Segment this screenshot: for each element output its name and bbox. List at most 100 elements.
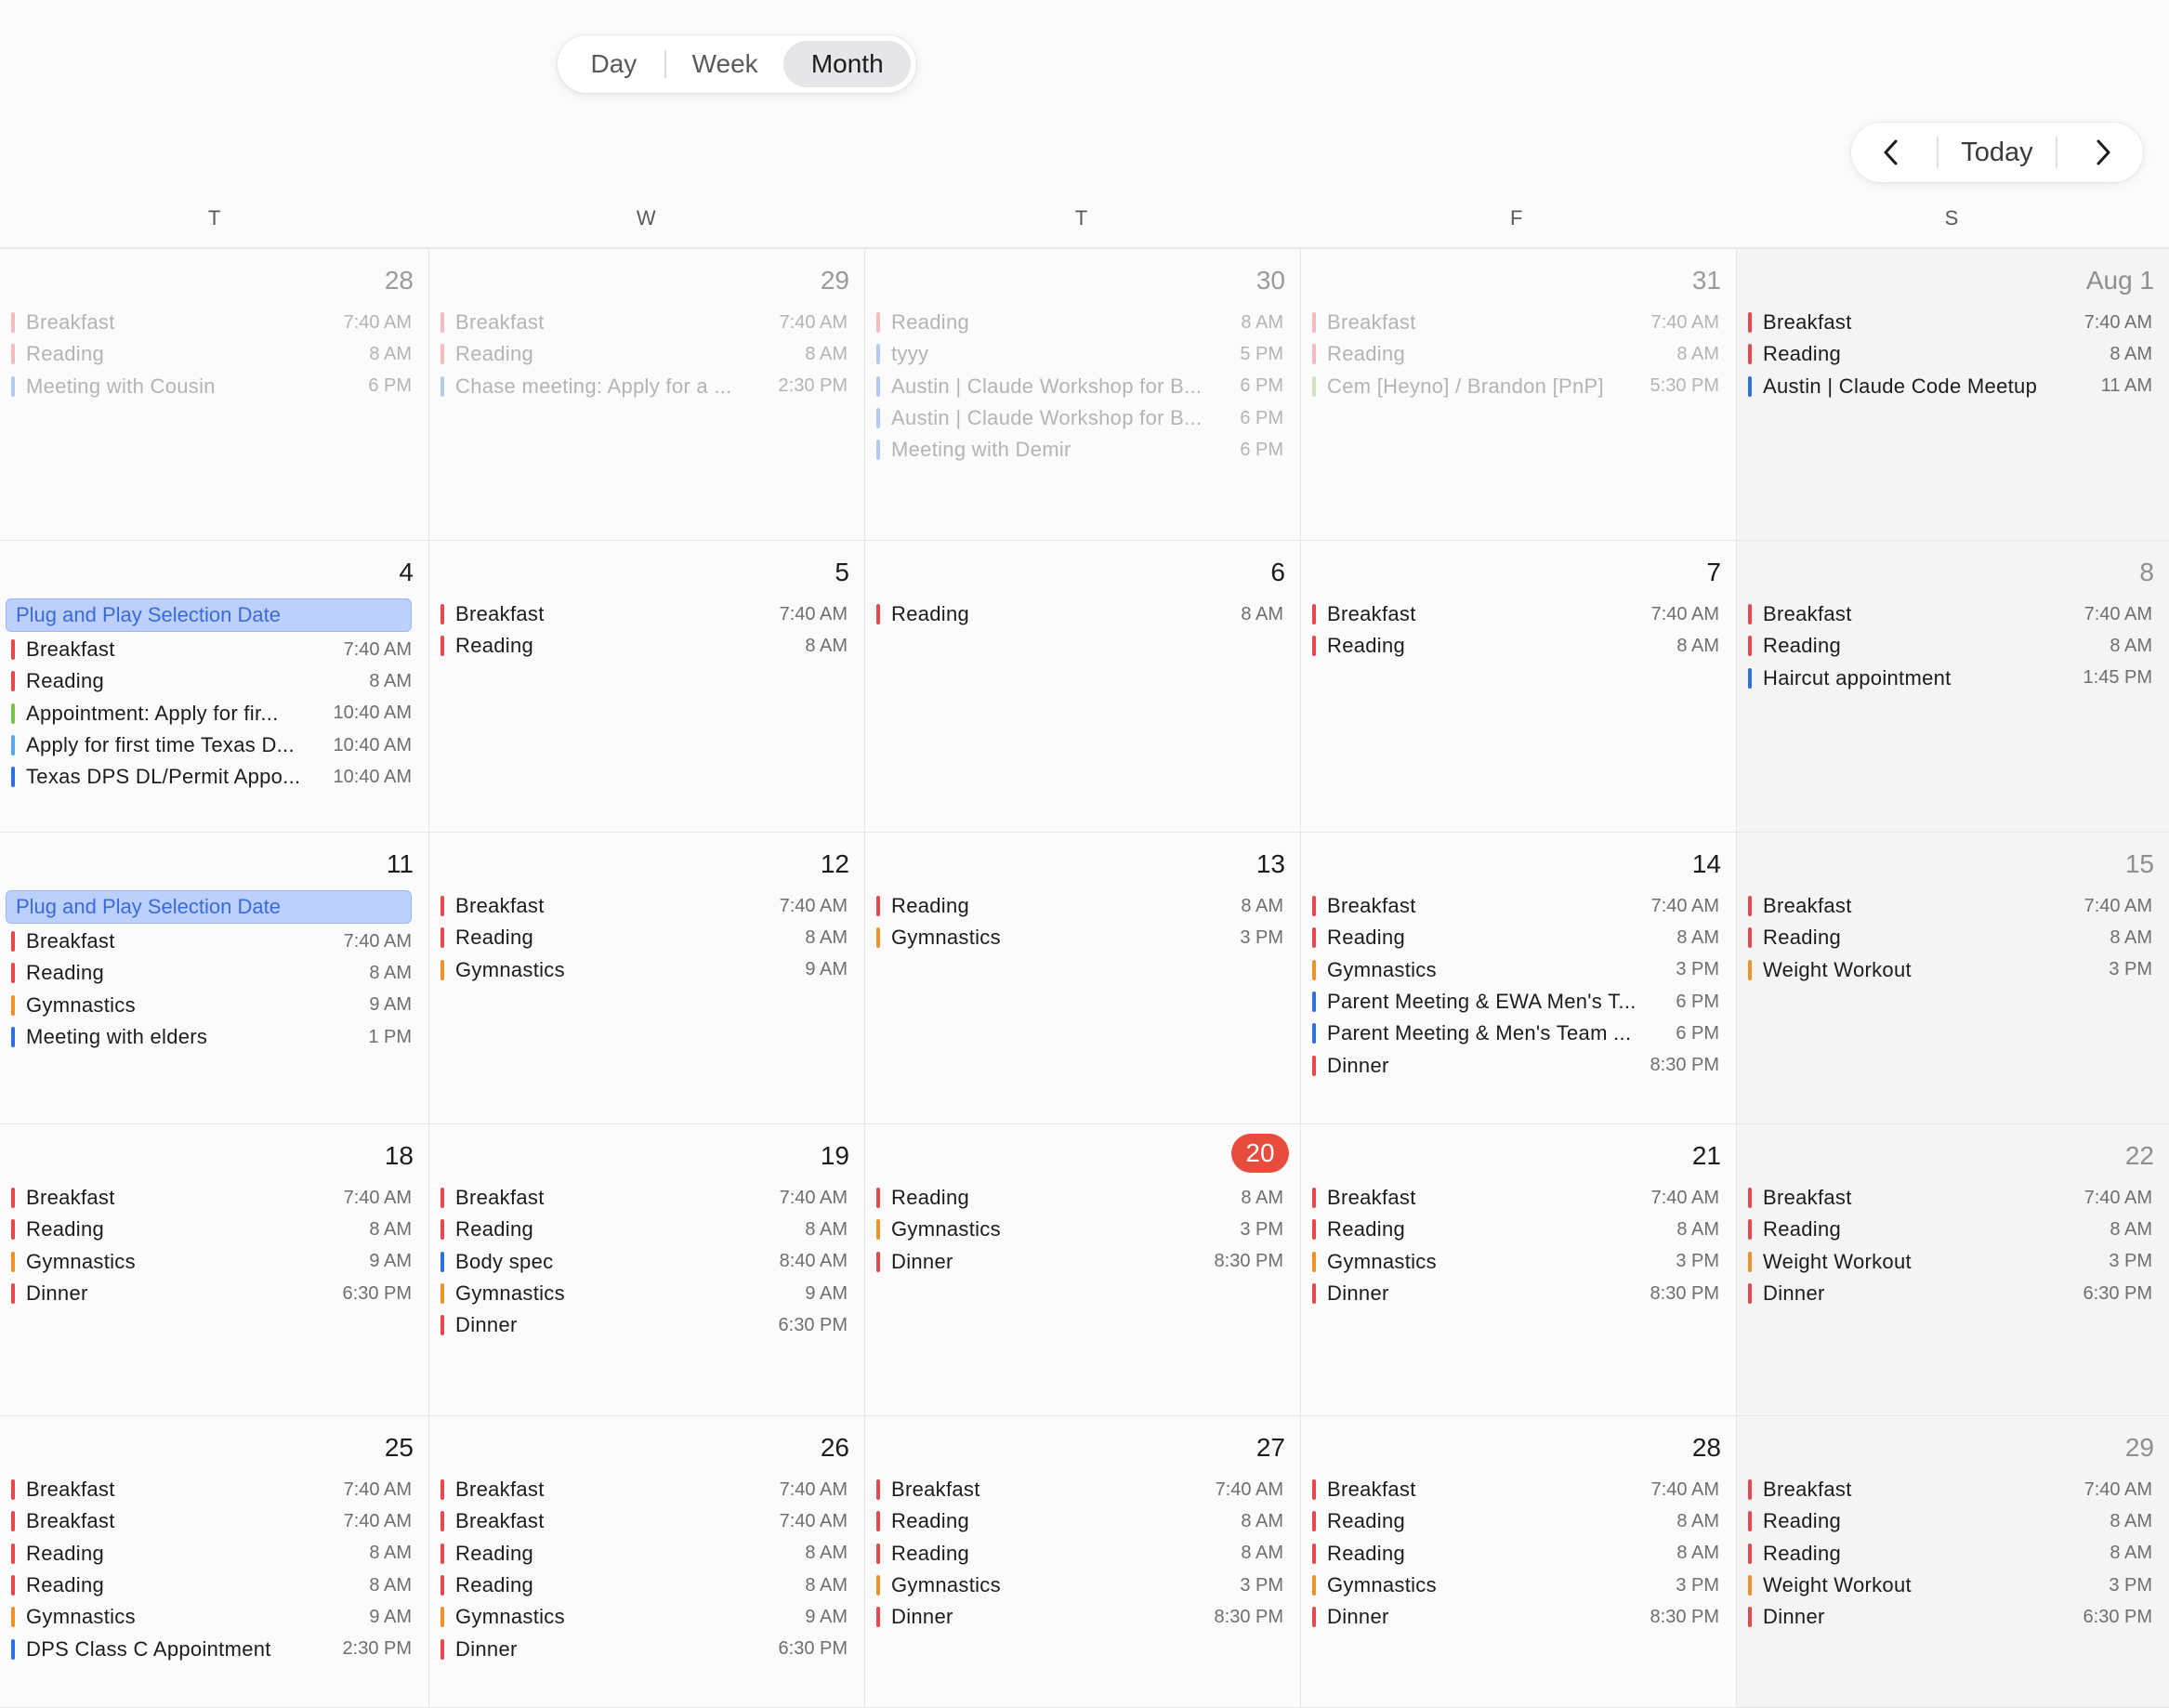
event-item[interactable]: Gymnastics 9 AM	[440, 1278, 848, 1309]
view-week-button[interactable]: Week	[666, 41, 784, 87]
day-cell[interactable]: 18 Breakfast 7:40 AM Reading 8 AM Gymnastics 9…	[0, 1124, 429, 1416]
day-cell[interactable]: 15 Breakfast 7:40 AM Reading 8 AM Weight Work…	[1737, 833, 2169, 1124]
event-item[interactable]: Reading 8 AM	[440, 1214, 848, 1245]
day-cell[interactable]: 22 Breakfast 7:40 AM Reading 8 AM Weight Work…	[1737, 1124, 2169, 1416]
day-cell[interactable]: 7 Breakfast 7:40 AM Reading 8 AM	[1301, 541, 1737, 833]
event-item[interactable]: Breakfast 7:40 AM	[11, 1505, 412, 1537]
event-item[interactable]: Reading 8 AM	[440, 922, 848, 953]
event-item[interactable]: Dinner 8:30 PM	[876, 1601, 1283, 1633]
event-item[interactable]: Reading 8 AM	[1312, 630, 1719, 662]
event-item[interactable]: Breakfast 7:40 AM	[440, 1182, 848, 1214]
event-item[interactable]: Dinner 6:30 PM	[11, 1278, 412, 1309]
event-item[interactable]: Reading 8 AM	[1312, 1505, 1719, 1537]
event-item[interactable]: Breakfast 7:40 AM	[1748, 1182, 2152, 1214]
event-item[interactable]: Breakfast 7:40 AM	[440, 1505, 848, 1537]
event-item[interactable]: Reading 8 AM	[876, 598, 1283, 630]
day-cell[interactable]: 5 Breakfast 7:40 AM Reading 8 AM	[429, 541, 865, 833]
event-item[interactable]: Breakfast 7:40 AM	[440, 890, 848, 922]
event-item[interactable]: Reading 8 AM	[440, 1570, 848, 1601]
event-item[interactable]: Breakfast 7:40 AM	[1312, 598, 1719, 630]
event-item[interactable]: Reading 8 AM	[1748, 922, 2152, 953]
day-cell[interactable]: Aug 1 Breakfast 7:40 AM Reading 8 AM Austin |…	[1737, 249, 2169, 541]
event-item[interactable]: Breakfast 7:40 AM	[440, 1474, 848, 1505]
event-item[interactable]: Breakfast 7:40 AM	[440, 307, 848, 338]
event-item[interactable]: Reading 8 AM	[1748, 1505, 2152, 1537]
event-item[interactable]: Gymnastics 9 AM	[11, 1246, 412, 1278]
event-item[interactable]: Breakfast 7:40 AM	[876, 1474, 1283, 1505]
event-item[interactable]: Reading 8 AM	[1748, 1214, 2152, 1245]
day-cell[interactable]: 21 Breakfast 7:40 AM Reading 8 AM Gymnastics 3…	[1301, 1124, 1737, 1416]
today-button[interactable]: Today	[1937, 137, 2057, 168]
view-month-button[interactable]: Month	[783, 41, 912, 87]
event-item[interactable]: Reading 8 AM	[876, 890, 1283, 922]
event-item[interactable]: Reading 8 AM	[1748, 338, 2152, 370]
event-item[interactable]: Chase meeting: Apply for a ... 2:30 PM	[440, 371, 848, 402]
event-item[interactable]: Breakfast 7:40 AM	[1312, 890, 1719, 922]
day-cell[interactable]: 20 Reading 8 AM Gymnastics 3 PM Dinner 8:30 PM	[865, 1124, 1301, 1416]
day-cell[interactable]: 29 Breakfast 7:40 AM Reading 8 AM Chase meeti…	[429, 249, 865, 541]
event-item[interactable]: Meeting with elders 1 PM	[11, 1021, 412, 1053]
event-item[interactable]: Breakfast 7:40 AM	[11, 926, 412, 957]
event-item[interactable]: Dinner 6:30 PM	[440, 1309, 848, 1341]
event-item[interactable]: Apply for first time Texas D... 10:40 AM	[11, 729, 412, 761]
event-item[interactable]: Breakfast 7:40 AM	[1312, 307, 1719, 338]
day-cell[interactable]: 30 Reading 8 AM tyyy 5 PM Austin | Claude Wor…	[865, 249, 1301, 541]
event-item[interactable]: Reading 8 AM	[1312, 922, 1719, 953]
event-item[interactable]: Dinner 6:30 PM	[1748, 1601, 2152, 1633]
event-item[interactable]: Dinner 8:30 PM	[1312, 1049, 1719, 1081]
event-item[interactable]: Cem [Heyno] / Brandon [PnP] 5:30 PM	[1312, 371, 1719, 402]
event-item[interactable]: Reading 8 AM	[1312, 1538, 1719, 1570]
event-item[interactable]: Gymnastics 9 AM	[11, 1601, 412, 1633]
day-cell[interactable]: 6 Reading 8 AM	[865, 541, 1301, 833]
event-item[interactable]: Reading 8 AM	[11, 1570, 412, 1601]
event-item[interactable]: Gymnastics 3 PM	[876, 1570, 1283, 1601]
event-item[interactable]: Breakfast 7:40 AM	[1748, 598, 2152, 630]
view-day-button[interactable]: Day	[563, 41, 664, 87]
event-item[interactable]: Gymnastics 3 PM	[876, 1214, 1283, 1245]
event-item[interactable]: Breakfast 7:40 AM	[11, 634, 412, 665]
event-item[interactable]: Austin | Claude Code Meetup 11 AM	[1748, 371, 2152, 402]
event-item[interactable]: Breakfast 7:40 AM	[1748, 890, 2152, 922]
event-item[interactable]: Breakfast 7:40 AM	[11, 1182, 412, 1214]
event-item[interactable]: Reading 8 AM	[1312, 338, 1719, 370]
event-item[interactable]: Appointment: Apply for fir... 10:40 AM	[11, 698, 412, 729]
event-item[interactable]: Gymnastics 9 AM	[440, 1601, 848, 1633]
all-day-event[interactable]: Plug and Play Selection Date	[6, 598, 412, 632]
event-item[interactable]: Reading 8 AM	[11, 665, 412, 697]
day-cell[interactable]: 25 Breakfast 7:40 AM Breakfast 7:40 AM Readin…	[0, 1416, 429, 1708]
day-cell[interactable]: 13 Reading 8 AM Gymnastics 3 PM	[865, 833, 1301, 1124]
event-item[interactable]: Breakfast 7:40 AM	[1748, 307, 2152, 338]
event-item[interactable]: Meeting with Demir 6 PM	[876, 434, 1283, 466]
day-cell[interactable]: 28 Breakfast 7:40 AM Reading 8 AM Reading 8 AM…	[1301, 1416, 1737, 1708]
all-day-event[interactable]: Plug and Play Selection Date	[6, 890, 412, 924]
event-item[interactable]: Gymnastics 3 PM	[1312, 1246, 1719, 1278]
event-item[interactable]: Dinner 6:30 PM	[440, 1633, 848, 1664]
next-button[interactable]	[2080, 129, 2126, 176]
event-item[interactable]: Body spec 8:40 AM	[440, 1246, 848, 1278]
day-cell[interactable]: 8 Breakfast 7:40 AM Reading 8 AM Haircut appo…	[1737, 541, 2169, 833]
event-item[interactable]: Weight Workout 3 PM	[1748, 1246, 2152, 1278]
day-cell[interactable]: 19 Breakfast 7:40 AM Reading 8 AM Body spec 8:…	[429, 1124, 865, 1416]
event-item[interactable]: Breakfast 7:40 AM	[1312, 1182, 1719, 1214]
event-item[interactable]: Reading 8 AM	[1312, 1214, 1719, 1245]
event-item[interactable]: DPS Class C Appointment 2:30 PM	[11, 1633, 412, 1664]
day-cell[interactable]: 27 Breakfast 7:40 AM Reading 8 AM Reading 8 AM…	[865, 1416, 1301, 1708]
day-cell[interactable]: 12 Breakfast 7:40 AM Reading 8 AM Gymnastics 9…	[429, 833, 865, 1124]
day-cell[interactable]: 29 Breakfast 7:40 AM Reading 8 AM Reading 8 AM…	[1737, 1416, 2169, 1708]
event-item[interactable]: Reading 8 AM	[11, 338, 412, 370]
event-item[interactable]: Reading 8 AM	[1748, 630, 2152, 662]
day-cell[interactable]: 26 Breakfast 7:40 AM Breakfast 7:40 AM Readin…	[429, 1416, 865, 1708]
event-item[interactable]: Reading 8 AM	[440, 630, 848, 662]
event-item[interactable]: Reading 8 AM	[440, 338, 848, 370]
day-cell[interactable]: 14 Breakfast 7:40 AM Reading 8 AM Gymnastics 3…	[1301, 833, 1737, 1124]
event-item[interactable]: tyyy 5 PM	[876, 338, 1283, 370]
event-item[interactable]: Dinner 6:30 PM	[1748, 1278, 2152, 1309]
event-item[interactable]: Texas DPS DL/Permit Appo... 10:40 AM	[11, 761, 412, 793]
previous-button[interactable]	[1868, 129, 1914, 176]
event-item[interactable]: Breakfast 7:40 AM	[11, 307, 412, 338]
day-cell[interactable]: 11 Plug and Play Selection Date Breakfast 7…	[0, 833, 429, 1124]
event-item[interactable]: Breakfast 7:40 AM	[1748, 1474, 2152, 1505]
event-item[interactable]: Parent Meeting & Men's Team ... 6 PM	[1312, 1018, 1719, 1049]
event-item[interactable]: Reading 8 AM	[11, 1538, 412, 1570]
event-item[interactable]: Gymnastics 9 AM	[11, 990, 412, 1021]
